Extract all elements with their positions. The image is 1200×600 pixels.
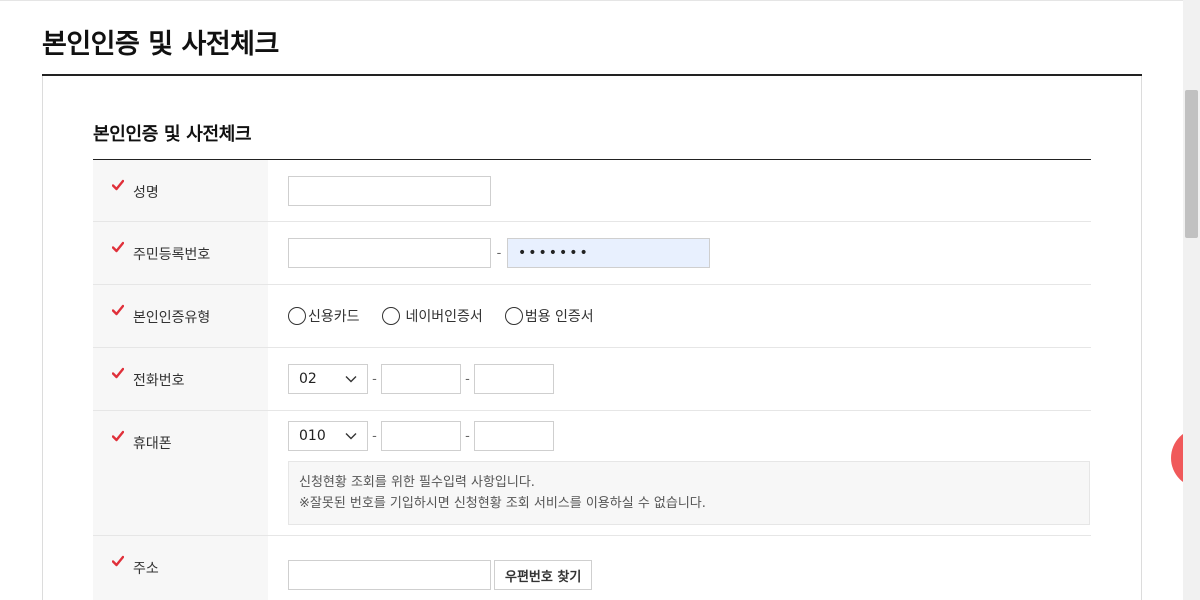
row-name: 성명 (93, 160, 1091, 222)
name-label: 성명 (133, 185, 159, 201)
mobile-last-input[interactable] (474, 421, 554, 451)
chevron-down-icon (345, 376, 357, 383)
checkmark-icon (112, 555, 124, 567)
value-cell: - (268, 222, 1091, 284)
radio-label: 네이버인증서 (405, 309, 483, 325)
chevron-down-icon (345, 433, 357, 440)
value-cell (268, 160, 1091, 221)
phone-label: 전화번호 (133, 373, 185, 389)
row-mobile: 휴대폰 010 - - 신청현황 조회를 위한 필수입력 사항입니다. ※잘못된 … (93, 411, 1091, 536)
checkmark-icon (112, 241, 124, 253)
page: 본인인증 및 사전체크 본인인증 및 사전체크 성명 주민등록번호 -•••••… (0, 0, 1200, 600)
row-auth-type: 본인인증유형 신용카드 네이버인증서 범용 인증서 (93, 285, 1091, 348)
rrn-label: 주민등록번호 (133, 247, 211, 263)
radio-general-cert[interactable]: 범용 인증서 (504, 306, 594, 326)
radio-label: 범용 인증서 (524, 309, 594, 325)
value-cell: 신용카드 네이버인증서 범용 인증서 (268, 285, 1091, 347)
phone-middle-input[interactable] (381, 364, 461, 394)
select-value: 010 (299, 428, 326, 444)
value-cell: 우편번호 찾기 (268, 536, 1091, 600)
phone-area-select[interactable]: 02 (288, 364, 368, 394)
form-panel: 본인인증 및 사전체크 성명 주민등록번호 -••••••• 본인인증유형 신용… (42, 76, 1142, 600)
mobile-separator: - (465, 428, 470, 444)
value-cell: 010 - - 신청현황 조회를 위한 필수입력 사항입니다. ※잘못된 번호를 … (268, 411, 1091, 535)
label-cell: 성명 (93, 160, 268, 221)
checkmark-icon (112, 304, 124, 316)
address-label: 주소 (133, 561, 159, 577)
row-phone: 전화번호 02 - - (93, 348, 1091, 411)
row-rrn: 주민등록번호 - (93, 222, 1091, 285)
label-cell: 전화번호 (93, 348, 268, 410)
label-cell: 휴대폰 (93, 411, 268, 535)
rrn-separator: - (496, 245, 502, 261)
zipcode-input[interactable] (288, 560, 491, 590)
checkmark-icon (112, 179, 124, 191)
radio-button[interactable] (381, 307, 400, 325)
top-divider (0, 0, 1183, 1)
mobile-label: 휴대폰 (133, 436, 172, 452)
phone-separator: - (465, 371, 470, 387)
mobile-separator: - (372, 428, 377, 444)
mobile-notice-box: 신청현황 조회를 위한 필수입력 사항입니다. ※잘못된 번호를 기입하시면 신… (288, 461, 1090, 525)
section-title: 본인인증 및 사전체크 (93, 124, 252, 145)
name-input[interactable] (288, 176, 491, 206)
checkmark-icon (112, 430, 124, 442)
mobile-prefix-select[interactable]: 010 (288, 421, 368, 451)
radio-naver-cert[interactable]: 네이버인증서 (381, 306, 483, 326)
mobile-middle-input[interactable] (381, 421, 461, 451)
notice-line: 신청현황 조회를 위한 필수입력 사항입니다. (299, 475, 535, 490)
vertical-scrollbar[interactable] (1183, 0, 1200, 600)
rrn-front-input[interactable] (288, 238, 491, 268)
radio-credit-card[interactable]: 신용카드 (288, 306, 360, 326)
scrollbar-thumb[interactable] (1185, 90, 1198, 238)
radio-button[interactable] (288, 307, 306, 325)
value-cell: 02 - - (268, 348, 1091, 410)
page-title: 본인인증 및 사전체크 (42, 29, 279, 60)
auth-type-label: 본인인증유형 (133, 310, 211, 326)
phone-last-input[interactable] (474, 364, 554, 394)
select-value: 02 (299, 371, 317, 387)
zipcode-search-button[interactable]: 우편번호 찾기 (494, 560, 593, 590)
label-cell: 주민등록번호 (93, 222, 268, 284)
radio-label: 신용카드 (308, 309, 360, 325)
phone-separator: - (372, 371, 377, 387)
rrn-back-input[interactable] (507, 238, 710, 268)
form-table: 성명 주민등록번호 -••••••• 본인인증유형 신용카드 네이버인증서 범용… (93, 159, 1091, 600)
radio-button[interactable] (504, 307, 523, 325)
label-cell: 본인인증유형 (93, 285, 268, 347)
label-cell: 주소 (93, 536, 268, 600)
auth-type-radio-group: 신용카드 네이버인증서 범용 인증서 (288, 301, 1091, 331)
notice-line: ※잘못된 번호를 기입하시면 신청현황 조회 서비스를 이용하실 수 없습니다. (299, 496, 706, 511)
row-address: 주소 우편번호 찾기 (93, 536, 1091, 600)
checkmark-icon (112, 367, 124, 379)
